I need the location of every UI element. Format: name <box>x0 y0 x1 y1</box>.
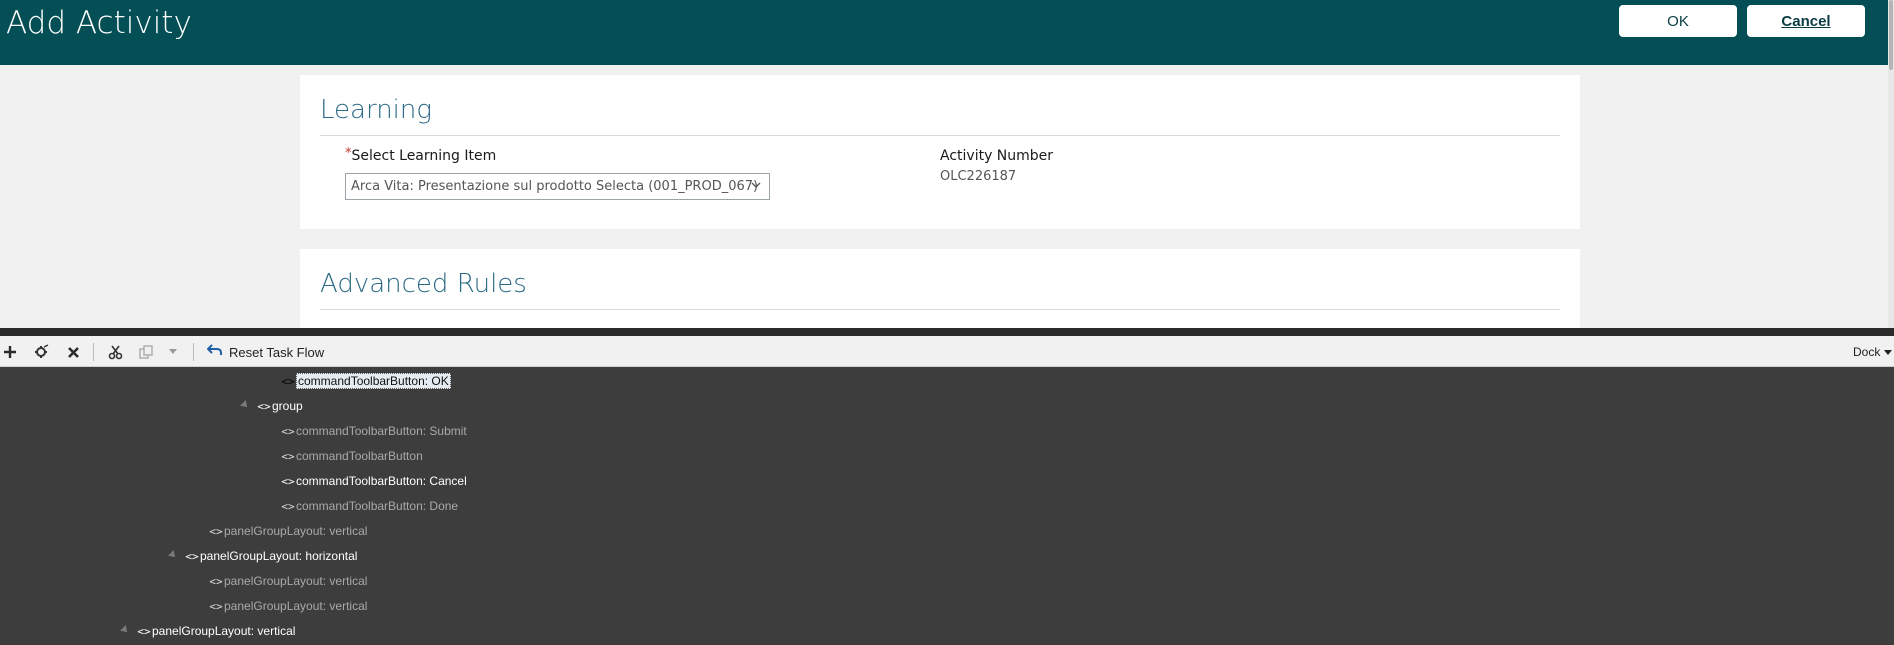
activity-number-label: Activity Number <box>940 148 1054 164</box>
tree-node[interactable]: <> commandToolbarButton <box>281 447 422 465</box>
collapse-triangle-icon[interactable] <box>240 400 250 410</box>
toolbar-divider <box>193 343 194 361</box>
component-tag-icon: <> <box>185 549 199 563</box>
dropdown-icon[interactable] <box>163 342 183 362</box>
component-tag-icon: <> <box>281 449 295 463</box>
component-tag-icon: <> <box>281 474 295 488</box>
dock-dropdown-icon <box>1883 345 1892 359</box>
delete-icon[interactable] <box>63 342 83 362</box>
component-tag-icon: <> <box>209 599 223 613</box>
learning-section: Learning *Select Learning Item Arca Vita… <box>300 75 1580 229</box>
component-tag-icon: <> <box>281 374 295 388</box>
copy-icon[interactable] <box>136 342 156 362</box>
toolbar-divider <box>93 343 94 361</box>
tree-node[interactable]: <> commandToolbarButton: Done <box>281 497 458 515</box>
tree-node[interactable]: <> commandToolbarButton: OK <box>281 372 451 390</box>
component-tag-icon: <> <box>257 399 271 413</box>
select-learning-item-label: *Select Learning Item <box>345 146 497 164</box>
scrollbar-thumb[interactable] <box>1889 0 1893 70</box>
component-tag-icon: <> <box>281 499 295 513</box>
learning-section-title: Learning <box>320 95 432 125</box>
tree-node[interactable]: <> panelGroupLayout: vertical <box>137 622 295 640</box>
required-indicator: * <box>345 146 352 161</box>
tree-node[interactable]: <> group <box>257 397 302 415</box>
undo-arrow-icon <box>206 343 223 362</box>
dock-menu[interactable]: Dock <box>1853 345 1892 359</box>
dock-label: Dock <box>1853 345 1881 359</box>
learning-item-select[interactable]: Arca Vita: Presentazione sul prodotto Se… <box>345 173 770 200</box>
tree-node[interactable]: <> panelGroupLayout: vertical <box>209 522 367 540</box>
advanced-rules-title: Advanced Rules <box>320 269 527 299</box>
page-header: Add Activity OK Cancel <box>0 0 1894 65</box>
tree-node[interactable]: <> panelGroupLayout: vertical <box>209 597 367 615</box>
section-divider <box>320 309 1560 310</box>
collapse-triangle-icon[interactable] <box>120 625 130 635</box>
select-learning-item-label-text: Select Learning Item <box>351 148 497 164</box>
collapse-triangle-icon[interactable] <box>168 550 178 560</box>
component-tag-icon: <> <box>209 524 223 538</box>
component-tag-icon: <> <box>137 624 151 638</box>
add-icon[interactable] <box>0 342 20 362</box>
tree-node[interactable]: <> commandToolbarButton: Submit <box>281 422 466 440</box>
chevron-down-icon[interactable] <box>750 179 762 194</box>
settings-edit-icon[interactable] <box>32 342 52 362</box>
cut-icon[interactable] <box>105 342 125 362</box>
learning-item-select-value: Arca Vita: Presentazione sul prodotto Se… <box>351 179 759 194</box>
panel-splitter[interactable] <box>0 328 1894 336</box>
tree-node[interactable]: <> commandToolbarButton: Cancel <box>281 472 466 490</box>
tree-scrollbar[interactable] <box>1888 367 1894 645</box>
tool-panel-toolbar: Reset Task Flow Dock <box>0 336 1894 367</box>
reset-task-flow-button[interactable]: Reset Task Flow <box>206 343 325 362</box>
advanced-rules-section: Advanced Rules <box>300 249 1580 329</box>
ok-button[interactable]: OK <box>1619 5 1737 37</box>
page-title: Add Activity <box>6 5 192 41</box>
cancel-button[interactable]: Cancel <box>1747 5 1865 37</box>
component-tag-icon: <> <box>281 424 295 438</box>
activity-number-value: OLC226187 <box>940 169 1017 184</box>
component-tag-icon: <> <box>209 574 223 588</box>
reset-task-flow-label: Reset Task Flow <box>229 344 325 360</box>
tree-node[interactable]: <> panelGroupLayout: vertical <box>209 572 367 590</box>
page-scrollbar[interactable] <box>1888 0 1894 328</box>
section-divider <box>320 135 1560 136</box>
tree-node[interactable]: <> panelGroupLayout: horizontal <box>185 547 357 565</box>
component-tree: <> commandToolbarButton: OK <> group <> com… <box>0 367 1894 645</box>
